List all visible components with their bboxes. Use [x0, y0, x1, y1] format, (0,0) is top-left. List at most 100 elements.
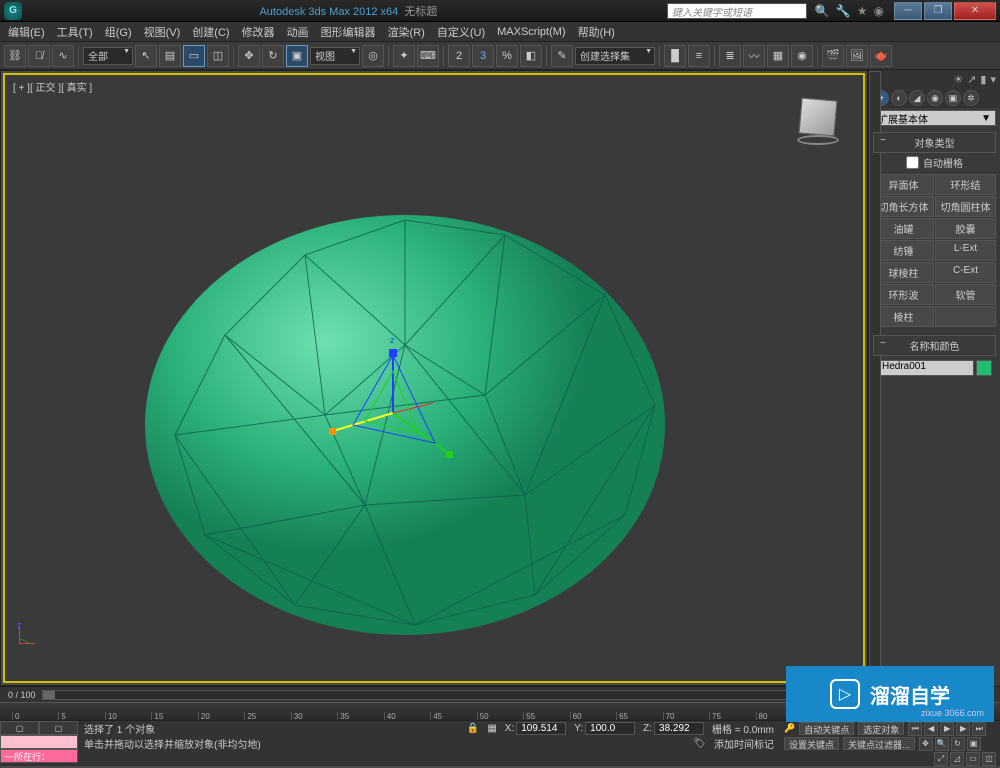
menu-tools[interactable]: 工具(T)	[57, 24, 93, 40]
select-region-icon[interactable]: ▭	[183, 45, 205, 67]
align-icon[interactable]: ≡	[688, 45, 710, 67]
snap-2d-icon[interactable]: 2	[448, 45, 470, 67]
name-color-section-title[interactable]: 名称和颜色	[873, 335, 996, 356]
help-search-input[interactable]: 键入关键字或短语	[667, 3, 807, 19]
type-spindle-button[interactable]: 纺锤	[873, 240, 934, 261]
render-frame-icon[interactable]: 🖼	[846, 45, 868, 67]
menu-view[interactable]: 视图(V)	[144, 24, 181, 40]
motion-tab[interactable]: ◉	[927, 90, 943, 106]
hedra-geometry[interactable]: z	[125, 195, 685, 655]
autokey-button[interactable]: 自动关键点	[799, 722, 854, 735]
ref-coord-dropdown[interactable]: 视图	[310, 47, 360, 65]
selected-obj-button[interactable]: 选定对象	[858, 722, 904, 735]
select-name-icon[interactable]: ▤	[159, 45, 181, 67]
mini-listener-btn1[interactable]: ▢	[0, 721, 39, 735]
search-icon[interactable]: 🔍	[815, 4, 830, 18]
nav-pan-icon[interactable]: ✥	[919, 737, 933, 751]
link-icon[interactable]: ⛓	[4, 45, 26, 67]
hierarchy-tab[interactable]: ◢	[909, 90, 925, 106]
layers-icon[interactable]: ≣	[719, 45, 741, 67]
modify-tab[interactable]: ◐	[891, 90, 907, 106]
type-cext-button[interactable]: C-Ext	[935, 262, 996, 283]
panel-more-icon[interactable]: ▾	[990, 73, 996, 86]
utilities-tab[interactable]: ✲	[963, 90, 979, 106]
named-selection-dropdown[interactable]: 创建选择集	[575, 47, 655, 65]
tool-icon[interactable]: 🔧	[836, 4, 851, 18]
sun-icon[interactable]: ☀	[953, 73, 963, 86]
type-gengon-button[interactable]: 球棱柱	[873, 262, 934, 283]
mirror-icon[interactable]: ▐▌	[664, 45, 686, 67]
autogrid-checkbox[interactable]	[906, 156, 919, 169]
spinner-snap-icon[interactable]: ◧	[520, 45, 542, 67]
mini-listener-btn2[interactable]: ▢	[39, 721, 78, 735]
goto-end-icon[interactable]: ⏭	[972, 722, 986, 736]
scale-icon[interactable]: ▣	[286, 45, 308, 67]
add-time-tag[interactable]: 添加时间标记	[714, 736, 774, 751]
manipulate-icon[interactable]: ✦	[393, 45, 415, 67]
menu-rendering[interactable]: 渲染(R)	[388, 24, 425, 40]
menu-create[interactable]: 创建(C)	[192, 24, 229, 40]
type-chamfercyl-button[interactable]: 切角圆柱体	[935, 196, 996, 217]
globe-icon[interactable]: ◉	[874, 4, 884, 18]
menu-animation[interactable]: 动画	[287, 24, 309, 40]
move-icon[interactable]: ✥	[238, 45, 260, 67]
type-hose-button[interactable]: 软管	[935, 284, 996, 305]
viewcube[interactable]	[791, 93, 845, 147]
nav-region-icon[interactable]: ▭	[966, 752, 980, 766]
type-chamferbox-button[interactable]: 切角长方体	[873, 196, 934, 217]
angle-snap-icon[interactable]: 3	[472, 45, 494, 67]
next-frame-icon[interactable]: ▶	[956, 722, 970, 736]
nav-zoom-ext-icon[interactable]: ⤢	[934, 752, 948, 766]
goto-start-icon[interactable]: ⏮	[908, 722, 922, 736]
create-category-dropdown[interactable]: 扩展基本体▼	[873, 110, 996, 126]
prev-frame-icon[interactable]: ◀	[924, 722, 938, 736]
arrow-pick-icon[interactable]: ↗	[967, 73, 976, 86]
menu-edit[interactable]: 编辑(E)	[8, 24, 45, 40]
render-setup-icon[interactable]: 🎬	[822, 45, 844, 67]
viewport-scrollbar[interactable]	[869, 71, 881, 685]
minimize-button[interactable]: ─	[894, 2, 922, 20]
z-coord-input[interactable]: 38.292	[654, 722, 704, 735]
play-icon[interactable]: ▶	[940, 722, 954, 736]
time-tag-icon[interactable]: 🏷	[693, 738, 706, 749]
type-lext-button[interactable]: L-Ext	[935, 240, 996, 261]
x-coord-input[interactable]: 109.514	[516, 722, 566, 735]
time-slider-handle[interactable]	[43, 691, 55, 699]
nav-toggle-icon[interactable]: ◫	[982, 752, 996, 766]
material-editor-icon[interactable]: ◉	[791, 45, 813, 67]
autogrid-checkbox-row[interactable]: 自动栅格	[873, 153, 996, 172]
close-button[interactable]: ✕	[954, 2, 996, 20]
key-icon[interactable]: 🔑	[784, 723, 795, 734]
type-ringwave-button[interactable]: 环形波	[873, 284, 934, 305]
setkey-button[interactable]: 设置关键点	[784, 737, 839, 750]
y-coord-input[interactable]: 100.0	[585, 722, 635, 735]
viewport[interactable]: [ + ][ 正交 ][ 真实 ]	[3, 73, 865, 683]
window-crossing-icon[interactable]: ◫	[207, 45, 229, 67]
curve-editor-icon[interactable]: 〰	[743, 45, 765, 67]
nav-orbit-icon[interactable]: ↻	[951, 737, 965, 751]
display-tab[interactable]: ▣	[945, 90, 961, 106]
object-type-section-title[interactable]: 对象类型	[873, 132, 996, 153]
type-capsule-button[interactable]: 胶囊	[935, 218, 996, 239]
selection-filter-dropdown[interactable]: 全部	[83, 47, 133, 65]
viewport-label[interactable]: [ + ][ 正交 ][ 真实 ]	[13, 79, 92, 94]
use-center-icon[interactable]: ◎	[362, 45, 384, 67]
object-name-input[interactable]: Hedra001	[877, 360, 974, 376]
menu-help[interactable]: 帮助(H)	[578, 24, 615, 40]
app-icon[interactable]: G	[4, 2, 22, 20]
bind-space-warp-icon[interactable]: ∿	[52, 45, 74, 67]
nav-zoom-icon[interactable]: 🔍	[935, 737, 949, 751]
maximize-button[interactable]: ❐	[924, 2, 952, 20]
menu-modifiers[interactable]: 修改器	[242, 24, 275, 40]
listener-pink-row[interactable]	[0, 735, 78, 749]
filter-icon[interactable]: ▮	[980, 73, 986, 86]
coord-toggle-icon[interactable]: ▦	[487, 723, 496, 734]
rotate-icon[interactable]: ↻	[262, 45, 284, 67]
schematic-view-icon[interactable]: ▦	[767, 45, 789, 67]
percent-snap-icon[interactable]: %	[496, 45, 518, 67]
keyfilter-button[interactable]: 关键点过滤器...	[843, 737, 915, 750]
edit-selection-icon[interactable]: ✎	[551, 45, 573, 67]
keyboard-shortcut-icon[interactable]: ⌨	[417, 45, 439, 67]
type-oiltank-button[interactable]: 油罐	[873, 218, 934, 239]
nav-fov-icon[interactable]: ◿	[950, 752, 964, 766]
